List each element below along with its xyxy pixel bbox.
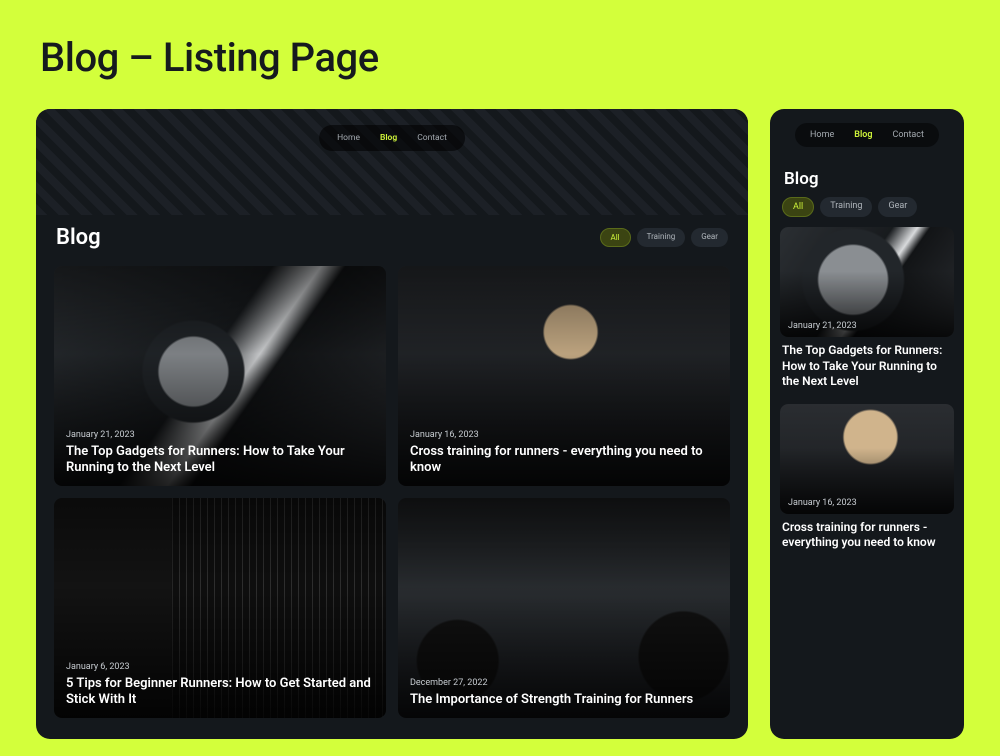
post-card[interactable]: December 27, 2022 The Importance of Stre… xyxy=(398,498,730,718)
post-card[interactable]: January 21, 2023 The Top Gadgets for Run… xyxy=(780,227,954,392)
filter-bar-mobile: All Training Gear xyxy=(770,197,964,227)
filter-training[interactable]: Training xyxy=(820,197,872,217)
post-title: 5 Tips for Beginner Runners: How to Get … xyxy=(66,676,374,709)
post-card[interactable]: January 16, 2023 Cross training for runn… xyxy=(398,266,730,486)
nav-contact[interactable]: Contact xyxy=(886,126,931,144)
post-grid: January 21, 2023 The Top Gadgets for Run… xyxy=(36,256,748,739)
post-date: January 16, 2023 xyxy=(788,498,857,508)
post-date: January 21, 2023 xyxy=(66,430,374,440)
filter-all[interactable]: All xyxy=(600,228,631,247)
post-title: The Top Gadgets for Runners: How to Take… xyxy=(780,337,954,392)
main-nav: Home Blog Contact xyxy=(319,125,465,151)
main-nav-mobile: Home Blog Contact xyxy=(795,123,939,147)
filter-gear[interactable]: Gear xyxy=(691,228,728,247)
mobile-preview: Home Blog Contact Blog All Training Gear… xyxy=(770,109,964,739)
filter-training[interactable]: Training xyxy=(637,228,686,247)
nav-home[interactable]: Home xyxy=(329,129,368,147)
post-title: Cross training for runners - everything … xyxy=(410,444,718,477)
filter-all[interactable]: All xyxy=(782,197,814,217)
post-title: The Top Gadgets for Runners: How to Take… xyxy=(66,444,374,477)
nav-home[interactable]: Home xyxy=(803,126,841,144)
hero: Home Blog Contact xyxy=(36,109,748,215)
nav-contact[interactable]: Contact xyxy=(409,129,455,147)
nav-blog[interactable]: Blog xyxy=(372,129,405,147)
post-title: The Importance of Strength Training for … xyxy=(410,692,718,708)
desktop-preview: Home Blog Contact Blog All Training Gear… xyxy=(36,109,748,739)
post-title: Cross training for runners - everything … xyxy=(780,514,954,553)
post-card[interactable]: January 16, 2023 Cross training for runn… xyxy=(780,404,954,553)
section-heading: Blog xyxy=(770,147,964,197)
section-heading: Blog xyxy=(56,225,101,250)
post-date: December 27, 2022 xyxy=(410,678,718,688)
post-card[interactable]: January 21, 2023 The Top Gadgets for Run… xyxy=(54,266,386,486)
nav-blog[interactable]: Blog xyxy=(847,126,879,144)
post-date: January 6, 2023 xyxy=(66,662,374,672)
post-date: January 21, 2023 xyxy=(788,321,857,331)
post-card[interactable]: January 6, 2023 5 Tips for Beginner Runn… xyxy=(54,498,386,718)
filter-gear[interactable]: Gear xyxy=(878,197,917,217)
filter-bar: All Training Gear xyxy=(600,228,728,247)
page-title: Blog – Listing Page xyxy=(0,0,1000,109)
post-list-mobile: January 21, 2023 The Top Gadgets for Run… xyxy=(770,227,964,553)
post-date: January 16, 2023 xyxy=(410,430,718,440)
